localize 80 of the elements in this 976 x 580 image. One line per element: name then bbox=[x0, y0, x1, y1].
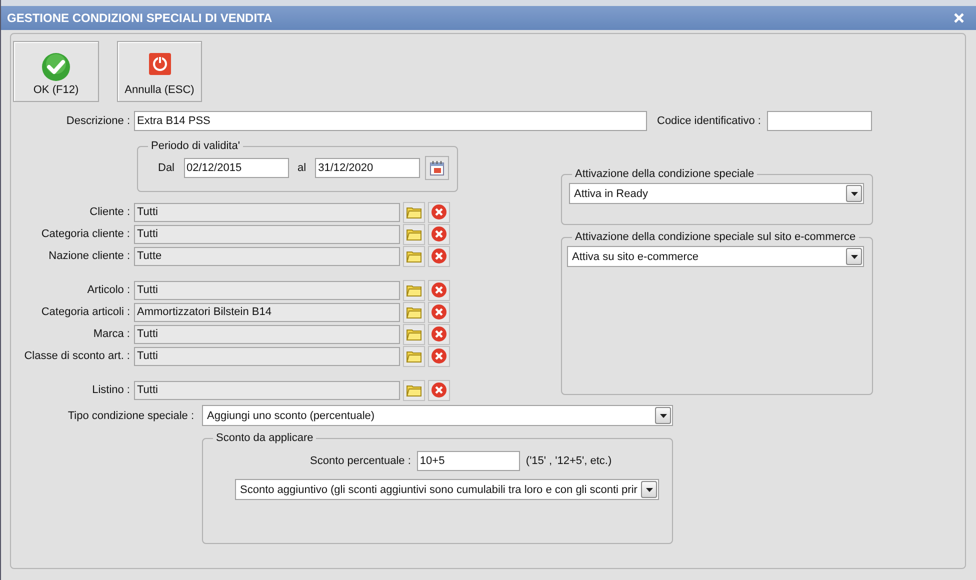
delete-icon bbox=[431, 226, 447, 242]
field-label: Nazione cliente : bbox=[48, 250, 130, 262]
group-title: Attivazione della condizione speciale bbox=[574, 168, 756, 180]
field-label: Classe di sconto art. : bbox=[23, 350, 130, 362]
clear-button[interactable] bbox=[428, 302, 450, 322]
field-label: Dal bbox=[158, 162, 175, 174]
calendar-icon bbox=[429, 160, 446, 176]
clear-button[interactable] bbox=[428, 324, 450, 344]
date-field[interactable]: 02/12/2015 bbox=[184, 158, 289, 178]
field-label: Descrizione : bbox=[65, 115, 130, 127]
field-label: Cliente : bbox=[88, 206, 130, 218]
date-field[interactable]: 31/12/2020 bbox=[315, 158, 420, 178]
lookup-field[interactable]: Ammortizzatori Bilstein B14 bbox=[134, 302, 400, 322]
lookup-field[interactable]: Tutti bbox=[134, 380, 400, 400]
folder-icon bbox=[406, 249, 422, 263]
lookup-field[interactable]: Tutti bbox=[134, 324, 400, 344]
lookup-field[interactable]: Tutti bbox=[134, 346, 400, 366]
discount-mode-dropdown[interactable]: Sconto aggiuntivo (gli sconti aggiuntivi sono cumulabili tra loro e con gli sconti prir bbox=[235, 479, 660, 500]
folder-icon bbox=[406, 327, 422, 341]
ecommerce-dropdown[interactable]: Attiva su sito e-commerce bbox=[567, 246, 864, 267]
field-label: Categoria cliente : bbox=[40, 228, 130, 240]
type-dropdown[interactable]: Aggiungi uno sconto (percentuale) bbox=[202, 405, 673, 426]
delete-icon bbox=[431, 248, 447, 264]
delete-icon bbox=[431, 326, 447, 342]
check-icon bbox=[41, 52, 71, 82]
clear-button[interactable] bbox=[428, 380, 450, 400]
hint-text: ('15' , '12+5', etc.) bbox=[526, 455, 612, 467]
delete-icon bbox=[431, 382, 447, 398]
clear-button[interactable] bbox=[428, 224, 450, 244]
field-label: Articolo : bbox=[86, 284, 130, 296]
browse-button[interactable] bbox=[403, 246, 425, 266]
discount-field[interactable]: 10+5 bbox=[416, 451, 520, 471]
caret-icon bbox=[660, 414, 666, 418]
group-title: Attivazione della condizione speciale sul sito e-commerce bbox=[574, 231, 857, 243]
clear-button[interactable] bbox=[428, 202, 450, 222]
delete-icon bbox=[431, 348, 447, 364]
description-field[interactable]: Extra B14 PSS bbox=[134, 111, 647, 131]
browse-button[interactable] bbox=[403, 302, 425, 322]
browse-button[interactable] bbox=[403, 346, 425, 366]
folder-icon bbox=[406, 205, 422, 219]
lookup-field[interactable]: Tutti bbox=[134, 202, 400, 222]
field-label: Codice identificativo : bbox=[657, 115, 761, 127]
delete-icon bbox=[431, 282, 447, 298]
browse-button[interactable] bbox=[403, 224, 425, 244]
power-icon bbox=[148, 52, 172, 76]
lookup-field[interactable]: Tutte bbox=[134, 246, 400, 266]
caret-icon bbox=[850, 254, 858, 258]
activation-dropdown[interactable]: Attiva in Ready bbox=[569, 183, 864, 204]
ok-button[interactable]: OK (F12) bbox=[13, 41, 99, 102]
field-label: Marca : bbox=[92, 328, 130, 340]
folder-icon bbox=[406, 227, 422, 241]
clear-button[interactable] bbox=[428, 246, 450, 266]
group-title: Periodo di validita' bbox=[150, 140, 241, 152]
field-label: Sconto percentuale : bbox=[310, 455, 411, 467]
browse-button[interactable] bbox=[403, 324, 425, 344]
window-title: GESTIONE CONDIZIONI SPECIALI DI VENDITA bbox=[7, 11, 272, 25]
field-label: Listino : bbox=[91, 384, 130, 396]
group-title: Sconto da applicare bbox=[215, 432, 314, 444]
delete-icon bbox=[431, 304, 447, 320]
lookup-field[interactable]: Tutti bbox=[134, 224, 400, 244]
lookup-field[interactable]: Tutti bbox=[134, 280, 400, 300]
field-label: Tipo condizione speciale : bbox=[66, 410, 194, 422]
browse-button[interactable] bbox=[403, 280, 425, 300]
browse-button[interactable] bbox=[403, 202, 425, 222]
clear-button[interactable] bbox=[428, 346, 450, 366]
field-label: al bbox=[298, 162, 306, 174]
folder-icon bbox=[406, 283, 422, 297]
folder-icon bbox=[406, 305, 422, 319]
close-icon[interactable] bbox=[954, 13, 964, 23]
field-label: Categoria articoli : bbox=[40, 306, 130, 318]
folder-icon bbox=[406, 383, 422, 397]
cancel-button[interactable]: Annulla (ESC) bbox=[117, 41, 202, 102]
caret-icon bbox=[646, 488, 653, 492]
caret-icon bbox=[850, 192, 858, 196]
clear-button[interactable] bbox=[428, 280, 450, 300]
delete-icon bbox=[431, 204, 447, 220]
folder-icon bbox=[406, 349, 422, 363]
code-field[interactable] bbox=[766, 111, 872, 131]
browse-button[interactable] bbox=[403, 380, 425, 400]
calendar-button[interactable] bbox=[425, 156, 450, 180]
